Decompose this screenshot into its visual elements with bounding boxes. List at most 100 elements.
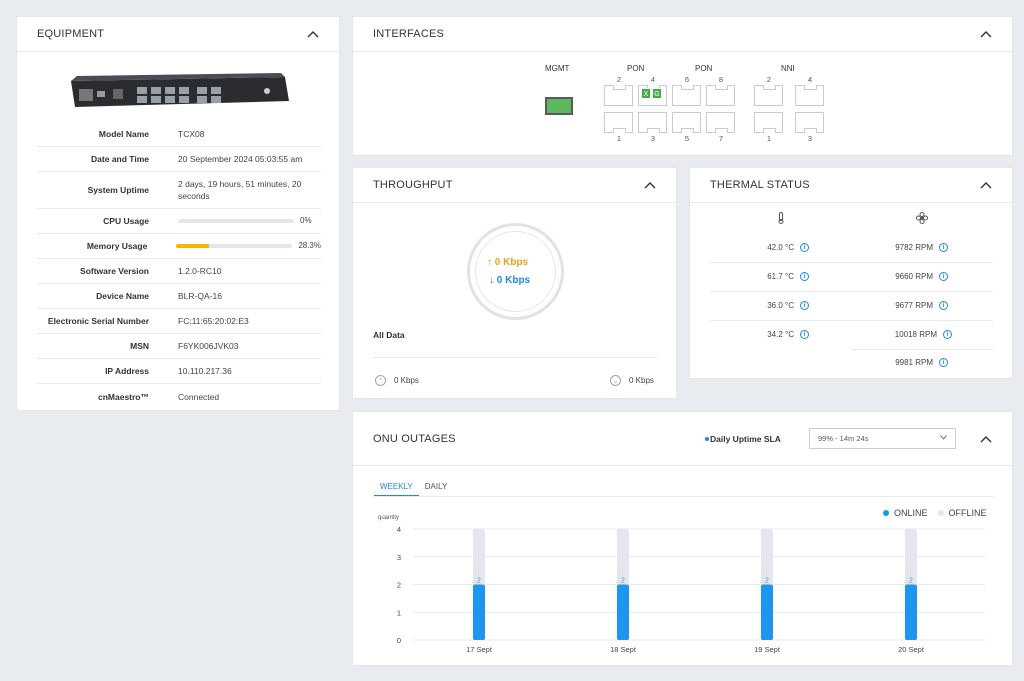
x-tick-label: 20 Sept (898, 645, 925, 654)
pon-port-num: 5 (684, 134, 690, 143)
x-tick-label: 17 Sept (466, 645, 493, 654)
value-memory-usage: 28.3% (298, 241, 321, 250)
info-icon[interactable]: i (800, 301, 809, 310)
nni-port-1[interactable] (754, 112, 783, 133)
collapse-equipment-chevron-up-icon[interactable] (307, 28, 319, 40)
offline-bar (905, 529, 917, 585)
nni-port-num: 2 (766, 75, 772, 84)
temp-value: 61.7 °C (767, 272, 794, 281)
nni-port-2[interactable] (754, 85, 783, 106)
collapse-interfaces-chevron-up-icon[interactable] (980, 28, 992, 40)
value-system-uptime: 2 days, 19 hours, 51 minutes, 20 seconds (178, 179, 302, 201)
data-label: 2 (621, 578, 625, 585)
pon-port-8[interactable] (706, 85, 735, 106)
fan-row: 10018 RPM i (860, 330, 952, 339)
row-msn: MSN F6YK006JVK03 (37, 334, 321, 359)
pon-port-num: 8 (718, 75, 724, 84)
nni-port-3[interactable] (795, 112, 824, 133)
info-icon[interactable]: i (939, 272, 948, 281)
pon-port-4[interactable]: X G (638, 85, 667, 106)
divider (710, 262, 993, 263)
data-label: 2 (909, 578, 913, 585)
info-icon[interactable]: i (943, 330, 952, 339)
y-tick-label: 3 (397, 553, 401, 562)
info-icon[interactable]: i (939, 301, 948, 310)
pon-port-5[interactable] (672, 112, 701, 133)
collapse-thermal-chevron-up-icon[interactable] (980, 179, 992, 191)
tab-weekly[interactable]: WEEKLY (374, 479, 419, 497)
offline-bar (473, 529, 485, 585)
y-tick-label: 1 (397, 608, 401, 617)
temp-row: 34.2 °C i (710, 330, 809, 339)
pon-port-1[interactable] (604, 112, 633, 133)
cpu-usage-bar (178, 219, 294, 223)
row-model-name: Model Name TCX08 (37, 122, 321, 147)
pon-port-num: 7 (718, 134, 724, 143)
info-icon[interactable]: i (939, 243, 948, 252)
row-date-time: Date and Time 20 September 2024 05:03:55… (37, 147, 321, 172)
equipment-card: EQUIPMENT Model Name TCX08 Date and Time… (16, 16, 340, 411)
pon-port-3[interactable] (638, 112, 667, 133)
y-tick-label: 2 (397, 581, 401, 590)
value-ip-address: 10.110.217.36 (178, 366, 232, 376)
info-icon[interactable]: i (800, 243, 809, 252)
tabs-divider (374, 496, 994, 497)
fan-value: 9677 RPM (895, 301, 933, 310)
port-badge-g: G (652, 88, 662, 99)
row-serial-number: Electronic Serial Number FC:11:65:20:02:… (37, 309, 321, 334)
value-cnmaestro: Connected (178, 391, 220, 402)
fan-value: 9660 RPM (895, 272, 933, 281)
row-cpu-usage: CPU Usage 0% (37, 209, 321, 234)
nni-label: NNI (781, 64, 795, 73)
tab-daily[interactable]: DAILY (419, 479, 454, 497)
label-software-version: Software Version (80, 266, 149, 276)
pon-port-num: 6 (684, 75, 690, 84)
interfaces-header: INTERFACES (353, 17, 1012, 52)
sla-select[interactable]: 99% - 14m 24s (809, 428, 956, 449)
onu-outages-chart: quantity 0 1 2 3 4 2 17 Sept 2 18 Sept 2 19 Sept 2 20… (378, 515, 985, 654)
equipment-title: EQUIPMENT (37, 28, 105, 40)
thermometer-icon (778, 212, 784, 224)
offline-bar (761, 529, 773, 585)
port-badge-x: X (641, 88, 651, 99)
collapse-throughput-chevron-up-icon[interactable] (644, 179, 656, 191)
temp-row: 42.0 °C i (710, 243, 809, 252)
temp-row: 61.7 °C i (710, 272, 809, 281)
foot-up-value: 0 Kbps (394, 376, 419, 385)
interfaces-title: INTERFACES (373, 28, 445, 40)
pon-port-num: 1 (616, 134, 622, 143)
pon-port-6[interactable] (672, 85, 701, 106)
y-tick-label: 4 (397, 525, 401, 534)
mgmt-port[interactable] (545, 97, 573, 115)
label-serial-number: Electronic Serial Number (47, 316, 149, 326)
online-bar (473, 584, 485, 640)
info-icon[interactable]: i (800, 272, 809, 281)
equipment-header: EQUIPMENT (17, 17, 339, 52)
data-label: 2 (765, 578, 769, 585)
info-icon[interactable]: i (800, 330, 809, 339)
throughput-card: THROUGHPUT ↑ 0 Kbps ↓ 0 Kbps All Data ⌃ … (352, 167, 677, 399)
nni-port-4[interactable] (795, 85, 824, 106)
nni-port-num: 3 (807, 134, 813, 143)
pon-port-2[interactable] (604, 85, 633, 106)
throughput-up-value: 0 Kbps (494, 257, 529, 268)
label-memory-usage: Memory Usage (86, 241, 148, 251)
divider (710, 291, 993, 292)
value-device-name: BLR-QA-16 (178, 291, 222, 301)
pon-port-7[interactable] (706, 112, 735, 133)
temp-value: 36.0 °C (767, 301, 794, 310)
all-data-label: All Data (373, 330, 405, 340)
sla-dot-icon (705, 437, 709, 441)
sla-select-value: 99% - 14m 24s (818, 434, 869, 443)
arrow-down-icon: ↓ (489, 275, 494, 286)
onu-title: ONU OUTAGES (373, 432, 456, 445)
collapse-onu-chevron-up-icon[interactable] (980, 433, 992, 445)
fan-row: 9782 RPM i (860, 243, 948, 252)
download-circle-icon: ⌄ (610, 375, 621, 386)
fan-row: 9981 RPM i (860, 358, 948, 367)
row-device-name: Device Name BLR-QA-16 (37, 284, 321, 309)
chevron-down-icon (940, 435, 947, 440)
memory-usage-bar-fill (176, 244, 210, 248)
info-icon[interactable]: i (939, 358, 948, 367)
row-memory-usage: Memory Usage 28.3% (37, 234, 321, 259)
